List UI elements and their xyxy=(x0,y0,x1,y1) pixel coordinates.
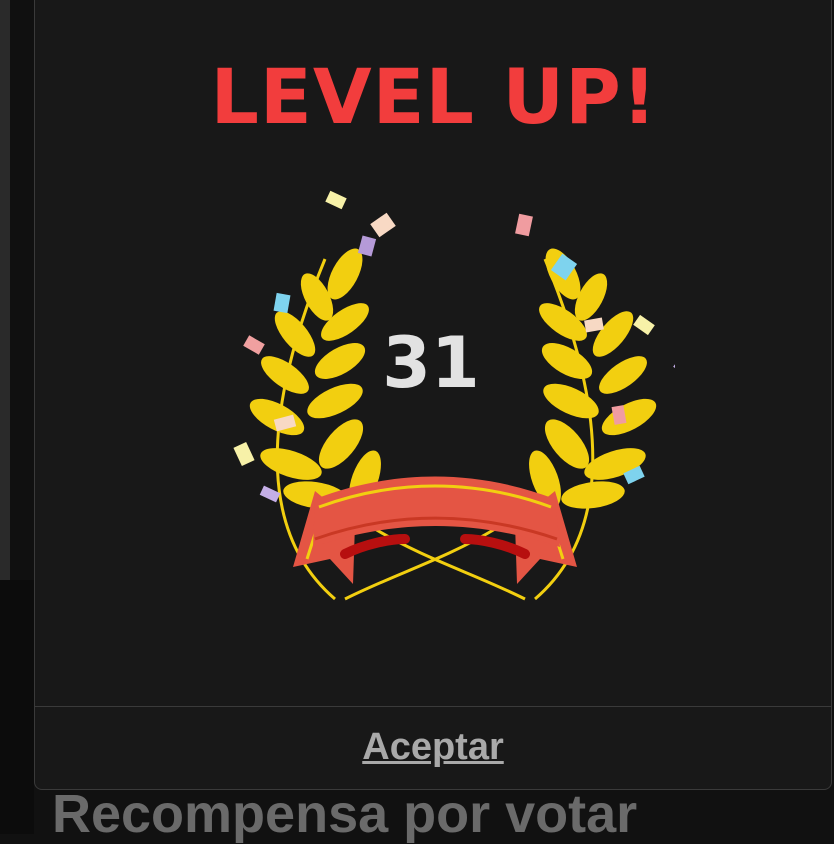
level-up-modal: LEVEL UP! 31 Aceptar xyxy=(34,0,832,790)
modal-divider xyxy=(35,706,831,707)
accept-button[interactable]: Aceptar xyxy=(335,721,531,773)
modal-title: LEVEL UP! xyxy=(210,52,658,141)
background-edge-dark xyxy=(0,580,34,834)
background-section-title: Recompensa por votar xyxy=(52,784,638,844)
level-number: 31 xyxy=(382,322,480,404)
